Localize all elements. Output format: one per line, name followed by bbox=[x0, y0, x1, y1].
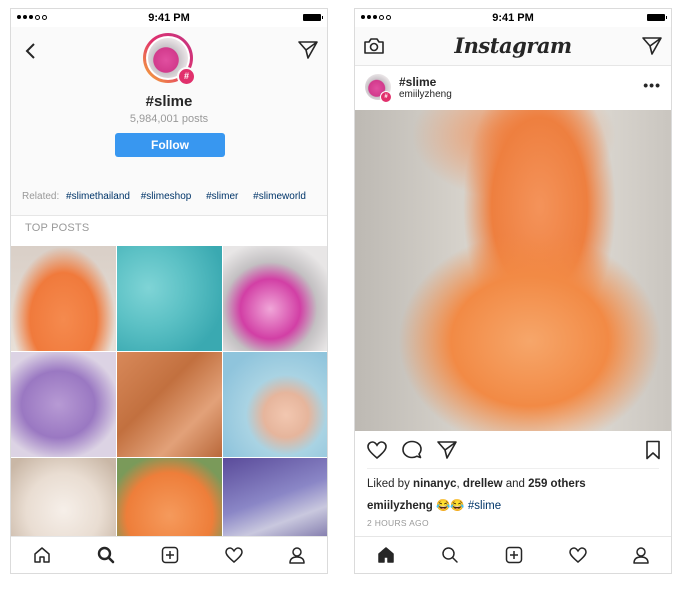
profile-icon[interactable] bbox=[287, 545, 307, 565]
bookmark-icon[interactable] bbox=[642, 439, 664, 461]
post-username[interactable]: emiilyzheng bbox=[399, 89, 452, 100]
search-icon[interactable] bbox=[440, 545, 460, 565]
follow-button[interactable]: Follow bbox=[115, 133, 225, 157]
add-icon[interactable] bbox=[504, 545, 524, 565]
heart-icon[interactable] bbox=[568, 545, 588, 565]
related-tag[interactable]: #slimeworld bbox=[253, 191, 306, 202]
battery-icon bbox=[303, 14, 323, 21]
related-tag[interactable]: #slimer bbox=[206, 191, 238, 202]
top-posts-heading: TOP POSTS bbox=[25, 222, 90, 234]
post-image[interactable] bbox=[355, 110, 671, 431]
bottom-nav bbox=[11, 536, 327, 573]
likes-prefix: Liked by bbox=[367, 478, 410, 490]
hashtag-badge-icon: # bbox=[177, 67, 196, 86]
grid-post[interactable] bbox=[11, 246, 116, 351]
posts-count: 5,984,001 posts bbox=[129, 113, 209, 125]
hashtag-title: #slime bbox=[145, 93, 193, 110]
related-tags: Related: #slimethailand #slimeshop #slim… bbox=[11, 179, 327, 216]
grid-post[interactable] bbox=[11, 352, 116, 457]
grid-post[interactable] bbox=[117, 352, 222, 457]
top-posts-grid bbox=[11, 246, 327, 563]
hashtag-badge-icon: # bbox=[380, 91, 392, 103]
post-header: # #slime emiilyzheng ••• bbox=[355, 67, 671, 111]
heart-icon[interactable] bbox=[224, 545, 244, 565]
status-bar: 9:41 PM bbox=[11, 9, 327, 27]
divider bbox=[367, 468, 659, 469]
feed-screen: 9:41 PM Instagram # #slime emiilyzheng •… bbox=[354, 8, 672, 574]
direct-message-icon[interactable] bbox=[297, 39, 319, 61]
home-icon[interactable] bbox=[376, 545, 396, 565]
status-bar: 9:41 PM bbox=[355, 9, 671, 27]
search-icon[interactable] bbox=[96, 545, 116, 565]
likes-and: and bbox=[505, 478, 525, 490]
caption-hashtag[interactable]: #slime bbox=[468, 500, 501, 512]
grid-post[interactable] bbox=[223, 352, 327, 457]
battery-icon bbox=[647, 14, 667, 21]
status-time: 9:41 PM bbox=[148, 12, 190, 24]
likes-others-link[interactable]: 259 others bbox=[528, 478, 586, 490]
liker-link[interactable]: ninanyc bbox=[413, 478, 456, 490]
post-timestamp: 2 HOURS AGO bbox=[367, 518, 429, 528]
caption-username[interactable]: emiilyzheng bbox=[367, 500, 433, 512]
related-tag[interactable]: #slimeshop bbox=[141, 191, 192, 202]
caption-emoji: 😂😂 bbox=[436, 500, 465, 512]
bottom-nav bbox=[355, 536, 671, 573]
grid-post[interactable] bbox=[223, 246, 327, 351]
more-options-icon[interactable]: ••• bbox=[643, 77, 661, 93]
status-time: 9:41 PM bbox=[492, 12, 534, 24]
instagram-logo: Instagram bbox=[454, 33, 572, 58]
liker-link[interactable]: drellew bbox=[463, 478, 503, 490]
likes-line: Liked by ninanyc, drellew and 259 others bbox=[367, 478, 586, 490]
grid-post[interactable] bbox=[117, 246, 222, 351]
likes-separator: , bbox=[456, 478, 460, 490]
add-icon[interactable] bbox=[160, 545, 180, 565]
home-icon[interactable] bbox=[32, 545, 52, 565]
profile-icon[interactable] bbox=[631, 545, 651, 565]
related-label: Related: bbox=[22, 191, 60, 202]
back-arrow-icon[interactable] bbox=[21, 41, 41, 61]
feed-header: Instagram bbox=[355, 27, 671, 66]
post-caption: emiilyzheng 😂😂 #slime bbox=[367, 498, 501, 512]
post-actions bbox=[355, 439, 671, 467]
hashtag-header: # #slime 5,984,001 posts Follow bbox=[11, 27, 327, 180]
post-hashtag[interactable]: #slime bbox=[399, 75, 436, 89]
hashtag-avatar: # bbox=[143, 33, 196, 86]
hashtag-screen: 9:41 PM # #slime 5,984,001 posts Follow … bbox=[10, 8, 328, 574]
like-heart-icon[interactable] bbox=[366, 439, 388, 461]
related-tag[interactable]: #slimethailand bbox=[66, 191, 130, 202]
comment-icon[interactable] bbox=[401, 439, 423, 461]
share-icon[interactable] bbox=[436, 439, 458, 461]
direct-message-icon[interactable] bbox=[641, 35, 663, 57]
